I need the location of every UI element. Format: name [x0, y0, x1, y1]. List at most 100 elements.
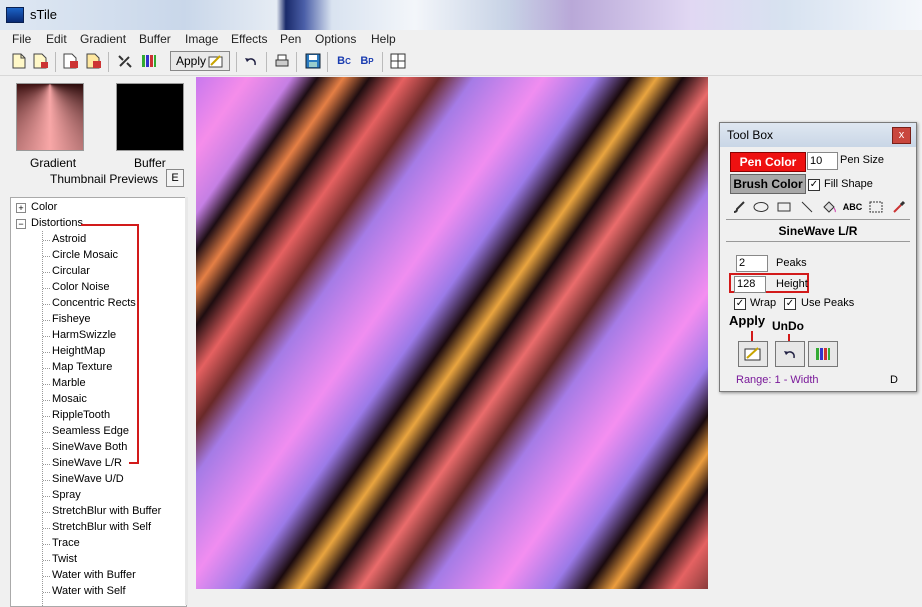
- apply-button[interactable]: Apply: [170, 51, 230, 71]
- fill-shape-label: Fill Shape: [824, 178, 873, 190]
- print-icon[interactable]: [273, 52, 291, 70]
- fill-shape-checkbox[interactable]: ✓: [808, 179, 820, 191]
- tree-item-color[interactable]: Color: [31, 201, 57, 213]
- menu-edit[interactable]: Edit: [46, 32, 67, 46]
- tree-guide-branch: [43, 272, 50, 273]
- line-tool-icon[interactable]: [798, 198, 815, 215]
- menu-options[interactable]: Options: [315, 32, 356, 46]
- tree-item-distortion[interactable]: RippleTooth: [52, 409, 110, 421]
- tree-guide-branch: [43, 432, 50, 433]
- toolbar-separator: [266, 52, 267, 72]
- tree-item-distortion[interactable]: Circular: [52, 265, 90, 277]
- tree-guide-branch: [43, 368, 50, 369]
- tree-guide-branch: [43, 304, 50, 305]
- select-tool-icon[interactable]: [867, 198, 884, 215]
- tree-guide-branch: [43, 384, 50, 385]
- height-label: Height: [776, 278, 808, 290]
- copy-icon[interactable]: [62, 52, 80, 70]
- tree-item-distortion[interactable]: Twist: [52, 553, 77, 565]
- range-hint: Range: 1 - Width: [736, 374, 819, 386]
- fill-bucket-icon[interactable]: [820, 198, 837, 215]
- grid-icon[interactable]: [389, 52, 407, 70]
- tree-item-distortion[interactable]: Marble: [52, 377, 86, 389]
- brush-tool-icon[interactable]: [730, 198, 747, 215]
- bp-icon[interactable]: BP: [358, 52, 376, 70]
- buffer-thumbnail[interactable]: [116, 83, 184, 151]
- eyedropper-icon[interactable]: [890, 198, 907, 215]
- menu-image[interactable]: Image: [185, 32, 218, 46]
- pen-color-button[interactable]: Pen Color: [730, 152, 806, 172]
- tools-icon[interactable]: [116, 52, 134, 70]
- tree-item-distortion[interactable]: SineWave U/D: [52, 473, 124, 485]
- height-input[interactable]: 128: [734, 276, 766, 293]
- bc-icon[interactable]: BC: [335, 52, 353, 70]
- tile-canvas[interactable]: [196, 77, 708, 589]
- apply-callout-label: Apply: [729, 313, 766, 328]
- effects-tree: + Color − Distortions Astroid Circle Mosa…: [10, 197, 187, 607]
- tree-item-distortion[interactable]: Map Texture: [52, 361, 112, 373]
- brush-color-button[interactable]: Brush Color: [730, 174, 806, 194]
- title-bar: [0, 0, 922, 30]
- tree-item-distortion[interactable]: HarmSwizzle: [52, 329, 116, 341]
- tree-guide-branch: [43, 464, 50, 465]
- collapse-distortions-icon[interactable]: −: [16, 219, 26, 229]
- save-icon[interactable]: [304, 52, 322, 70]
- menu-bar: File Edit Gradient Buffer Image Effects …: [0, 30, 922, 49]
- apply-effect-button[interactable]: [738, 341, 768, 367]
- ellipse-tool-icon[interactable]: [752, 198, 769, 215]
- tree-guide-branch: [43, 336, 50, 337]
- tree-guide-branch: [43, 480, 50, 481]
- tree-item-distortion[interactable]: Fisheye: [52, 313, 91, 325]
- menu-pen[interactable]: Pen: [280, 32, 301, 46]
- open-file-icon[interactable]: [32, 52, 50, 70]
- new-file-icon[interactable]: [10, 52, 28, 70]
- tree-item-distortion[interactable]: Spray: [52, 489, 81, 501]
- tree-item-distortion[interactable]: Mosaic: [52, 393, 87, 405]
- peaks-input[interactable]: 2: [736, 255, 768, 272]
- thumbnail-previews-label: Thumbnail Previews: [50, 172, 159, 186]
- wrap-label: Wrap: [750, 297, 777, 309]
- tree-item-distortion[interactable]: SineWave Both: [52, 441, 127, 453]
- color-bars-icon[interactable]: [140, 52, 158, 70]
- tree-item-distortion[interactable]: Color Noise: [52, 281, 109, 293]
- rectangle-tool-icon[interactable]: [775, 198, 792, 215]
- tree-item-distortions[interactable]: Distortions: [31, 217, 83, 229]
- pen-size-input[interactable]: 10: [807, 152, 838, 170]
- e-button[interactable]: E: [166, 169, 184, 187]
- tree-item-distortion[interactable]: StretchBlur with Self: [52, 521, 151, 533]
- tree-item-distortion[interactable]: Water with Buffer: [52, 569, 136, 581]
- undo-icon[interactable]: [242, 52, 260, 70]
- tree-guide-branch: [43, 320, 50, 321]
- menu-effects[interactable]: Effects: [231, 32, 267, 46]
- tree-item-distortion[interactable]: Trace: [52, 537, 80, 549]
- tree-item-distortion[interactable]: Astroid: [52, 233, 86, 245]
- toolbox-window: Tool Box x Pen Color 10 Pen Size Brush C…: [719, 122, 917, 392]
- expand-color-icon[interactable]: +: [16, 203, 26, 213]
- paste-icon[interactable]: [85, 52, 103, 70]
- tree-scrollbar[interactable]: [185, 197, 188, 605]
- tree-item-distortion[interactable]: Circle Mosaic: [52, 249, 118, 261]
- menu-help[interactable]: Help: [371, 32, 396, 46]
- close-button[interactable]: x: [892, 127, 911, 144]
- tree-item-distortion[interactable]: SineWave L/R: [52, 457, 122, 469]
- tree-guide-branch: [43, 576, 50, 577]
- tree-item-distortion[interactable]: HeightMap: [52, 345, 105, 357]
- tree-item-distortion[interactable]: StretchBlur with Buffer: [52, 505, 161, 517]
- pen-size-label: Pen Size: [840, 154, 885, 166]
- toolbar: Apply BC BP: [0, 49, 922, 76]
- text-tool-icon[interactable]: ABC: [843, 198, 863, 215]
- color-channels-button[interactable]: [808, 341, 838, 367]
- menu-buffer[interactable]: Buffer: [139, 32, 171, 46]
- use-peaks-checkbox[interactable]: ✓: [784, 298, 796, 310]
- toolbar-separator: [296, 52, 297, 72]
- undo-effect-button[interactable]: [775, 341, 805, 367]
- tree-item-distortion[interactable]: Water with Self: [52, 585, 126, 597]
- wrap-checkbox[interactable]: ✓: [734, 298, 746, 310]
- tree-item-distortion[interactable]: Concentric Rects: [52, 297, 136, 309]
- tree-item-distortion[interactable]: Seamless Edge: [52, 425, 129, 437]
- menu-file[interactable]: File: [12, 32, 31, 46]
- tree-guide-branch: [43, 560, 50, 561]
- gradient-thumbnail[interactable]: [16, 83, 84, 151]
- tree-guide-branch: [43, 400, 50, 401]
- menu-gradient[interactable]: Gradient: [80, 32, 126, 46]
